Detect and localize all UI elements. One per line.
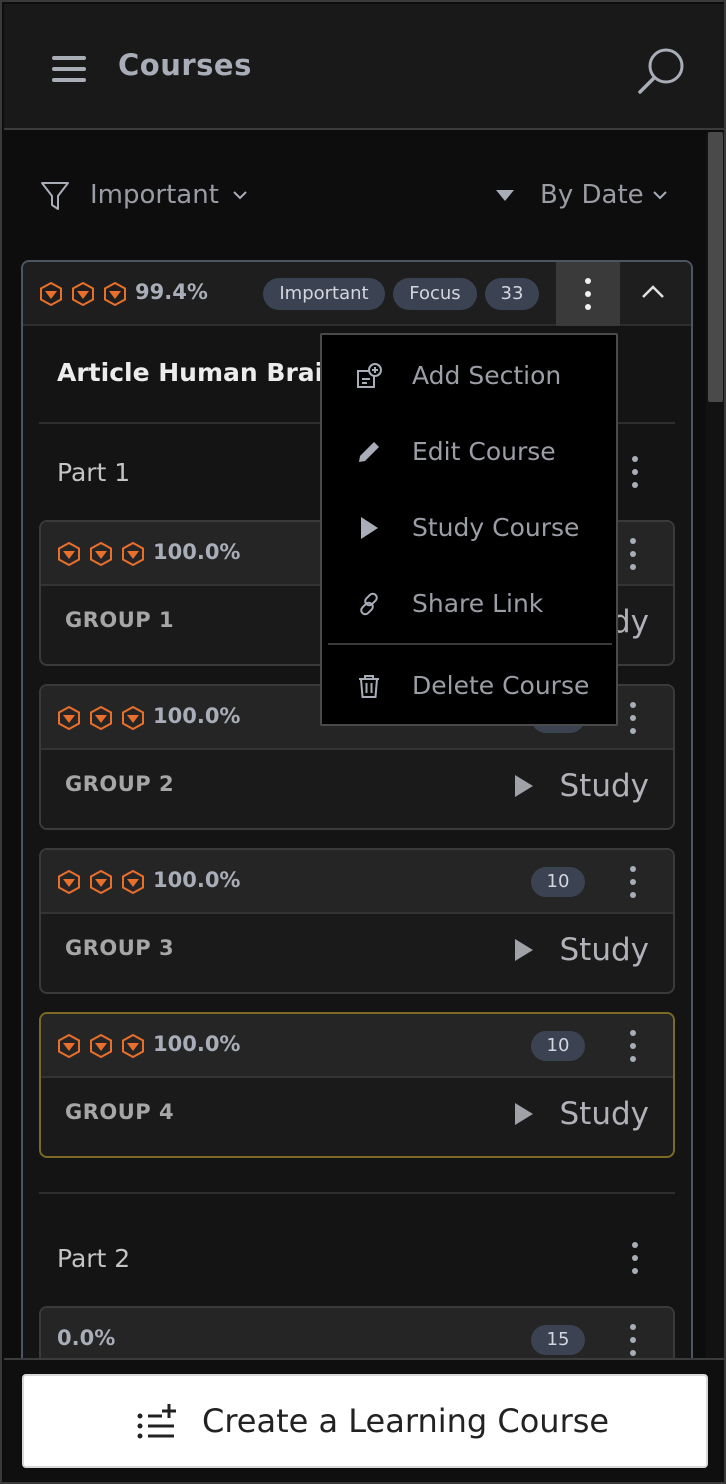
menu-item-share-link[interactable]: Share Link bbox=[322, 569, 616, 639]
rating-gem-icon bbox=[122, 870, 144, 894]
sort-direction-icon[interactable] bbox=[496, 190, 514, 201]
menu-item-label: Edit Course bbox=[412, 437, 556, 466]
study-label: Study bbox=[559, 1096, 649, 1132]
rating-gem-icon bbox=[90, 706, 112, 730]
trash-icon bbox=[359, 675, 379, 698]
group-options-button[interactable] bbox=[629, 1324, 637, 1356]
rating-gem-icon bbox=[58, 1034, 80, 1058]
course-options-menu: Add Section Edit Course Study Course Sha… bbox=[320, 333, 618, 726]
menu-item-edit-course[interactable]: Edit Course bbox=[322, 417, 616, 487]
menu-item-delete-course[interactable]: Delete Course bbox=[322, 651, 616, 721]
course-title: Article Human Brain bbox=[57, 358, 342, 387]
study-button[interactable]: Study bbox=[515, 1094, 649, 1134]
group-card: 100.0% 10 GROUP 3 Study bbox=[39, 848, 675, 994]
group-name: GROUP 2 bbox=[65, 772, 175, 796]
study-button[interactable]: Study bbox=[515, 930, 649, 970]
play-icon bbox=[515, 1103, 534, 1125]
add-list-icon bbox=[137, 1404, 176, 1439]
rating-gem-icon bbox=[122, 706, 144, 730]
course-progress: 99.4% bbox=[135, 280, 208, 304]
add-section-icon bbox=[357, 363, 382, 388]
group-options-button[interactable] bbox=[629, 1030, 637, 1062]
group-name: GROUP 4 bbox=[65, 1100, 175, 1124]
top-app-bar: Courses bbox=[4, 4, 724, 130]
scrollbar-thumb[interactable] bbox=[708, 132, 723, 402]
menu-item-study-course[interactable]: Study Course bbox=[322, 493, 616, 563]
group-count-badge: 10 bbox=[531, 1031, 585, 1061]
rating-gem-icon bbox=[90, 542, 112, 566]
divider bbox=[39, 1192, 675, 1194]
rating-gem-icon bbox=[40, 282, 62, 306]
play-icon bbox=[515, 939, 534, 961]
rating-gem-icon bbox=[90, 1034, 112, 1058]
tag-focus: Focus bbox=[393, 278, 477, 310]
scrollbar[interactable] bbox=[706, 132, 724, 1358]
chevron-up-icon[interactable] bbox=[641, 284, 665, 300]
course-header: 99.4% Important Focus 33 bbox=[23, 262, 691, 326]
rating-gem-icon bbox=[122, 542, 144, 566]
rating-gem-icon bbox=[58, 706, 80, 730]
group-count-badge: 10 bbox=[531, 867, 585, 897]
bottom-bar: Create a Learning Course bbox=[4, 1358, 724, 1482]
rating-gem-icon bbox=[104, 282, 126, 306]
rating-gem-icon bbox=[72, 282, 94, 306]
play-icon bbox=[515, 775, 534, 797]
card-count-badge: 33 bbox=[485, 278, 539, 310]
play-icon bbox=[361, 517, 378, 539]
group-progress: 100.0% bbox=[153, 704, 241, 728]
create-course-button[interactable]: Create a Learning Course bbox=[22, 1374, 708, 1468]
study-label: Study bbox=[559, 768, 649, 804]
more-vert-icon bbox=[584, 278, 592, 310]
menu-item-add-section[interactable]: Add Section bbox=[322, 341, 616, 411]
rating-gem-icon bbox=[58, 542, 80, 566]
rating-gem-icon bbox=[90, 870, 112, 894]
course-options-button[interactable] bbox=[556, 262, 620, 326]
app-frame: Courses Important By Date 99.4% Importan… bbox=[0, 0, 726, 1484]
section-title: Part 1 bbox=[57, 458, 131, 487]
search-icon[interactable] bbox=[634, 44, 690, 96]
group-header: 100.0% 10 bbox=[41, 1014, 673, 1078]
tag-important: Important bbox=[263, 278, 385, 310]
group-name: GROUP 3 bbox=[65, 936, 175, 960]
group-options-button[interactable] bbox=[629, 866, 637, 898]
chevron-down-icon[interactable] bbox=[652, 190, 668, 200]
page-title: Courses bbox=[118, 48, 252, 82]
group-progress: 100.0% bbox=[153, 868, 241, 892]
pencil-icon bbox=[359, 442, 379, 462]
menu-item-label: Study Course bbox=[412, 513, 580, 542]
section-options-button[interactable] bbox=[631, 456, 639, 488]
group-progress: 100.0% bbox=[153, 1032, 241, 1056]
chevron-down-icon[interactable] bbox=[232, 190, 248, 200]
hamburger-icon[interactable] bbox=[52, 52, 90, 86]
filter-icon[interactable] bbox=[40, 180, 70, 212]
link-icon bbox=[360, 592, 378, 616]
section-options-button[interactable] bbox=[631, 1242, 639, 1274]
rating-gem-icon bbox=[122, 1034, 144, 1058]
rating-gem-icon bbox=[58, 870, 80, 894]
menu-item-label: Delete Course bbox=[412, 671, 590, 700]
filter-dropdown[interactable]: Important bbox=[90, 180, 219, 210]
study-label: Study bbox=[559, 932, 649, 968]
sort-dropdown[interactable]: By Date bbox=[540, 180, 644, 210]
menu-item-label: Add Section bbox=[412, 361, 562, 390]
group-progress: 0.0% bbox=[57, 1326, 116, 1350]
section-title: Part 2 bbox=[57, 1244, 131, 1273]
study-button[interactable]: Study bbox=[515, 766, 649, 806]
group-card-selected: 100.0% 10 GROUP 4 Study bbox=[39, 1012, 675, 1158]
group-name: GROUP 1 bbox=[65, 608, 175, 632]
group-count-badge: 15 bbox=[531, 1325, 585, 1355]
menu-item-label: Share Link bbox=[412, 589, 544, 618]
group-progress: 100.0% bbox=[153, 540, 241, 564]
group-options-button[interactable] bbox=[629, 702, 637, 734]
create-course-label: Create a Learning Course bbox=[202, 1402, 610, 1440]
group-options-button[interactable] bbox=[629, 538, 637, 570]
menu-divider bbox=[328, 643, 612, 645]
group-header: 100.0% 10 bbox=[41, 850, 673, 914]
